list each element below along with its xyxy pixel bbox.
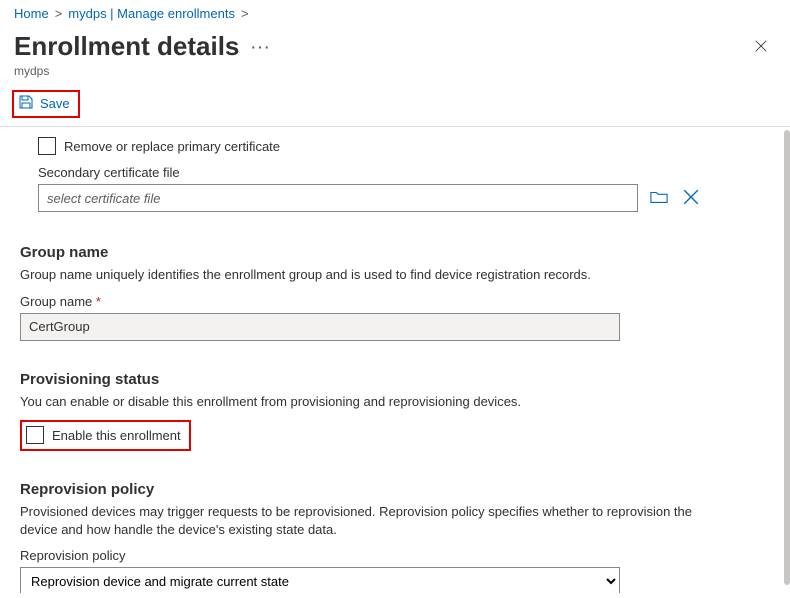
save-button[interactable]: Save <box>12 90 80 118</box>
enable-enrollment-label: Enable this enrollment <box>52 428 181 443</box>
scroll-area: Remove or replace primary certificate Se… <box>0 127 790 593</box>
secondary-cert-row <box>38 184 766 212</box>
page-title: Enrollment details <box>14 31 239 62</box>
page-subtitle: mydps <box>0 64 790 84</box>
reprovision-policy-heading: Reprovision policy <box>20 481 766 498</box>
remove-primary-cert-label: Remove or replace primary certificate <box>64 139 280 154</box>
reprovision-policy-section: Reprovision policy Provisioned devices m… <box>20 481 766 593</box>
remove-primary-cert-checkbox[interactable] <box>38 137 56 155</box>
group-name-heading: Group name <box>20 244 766 261</box>
provisioning-status-section: Provisioning status You can enable or di… <box>20 371 766 452</box>
reprovision-policy-field-label: Reprovision policy <box>20 548 766 563</box>
breadcrumb-sep-1: > <box>55 6 63 21</box>
provisioning-status-heading: Provisioning status <box>20 371 766 388</box>
breadcrumb-home[interactable]: Home <box>14 6 49 21</box>
content: Remove or replace primary certificate Se… <box>0 127 790 593</box>
reprovision-policy-select[interactable]: Reprovision device and migrate current s… <box>20 567 620 593</box>
breadcrumb-sep-2: > <box>241 6 249 21</box>
folder-icon <box>650 194 668 209</box>
breadcrumb-mydps-enrollments[interactable]: mydps | Manage enrollments <box>68 6 235 21</box>
secondary-cert-label: Secondary certificate file <box>38 165 766 180</box>
group-name-desc: Group name uniquely identifies the enrol… <box>20 266 720 284</box>
more-icon[interactable]: ··· <box>251 39 271 55</box>
enable-enrollment-highlight: Enable this enrollment <box>20 420 191 451</box>
page-title-row: Enrollment details ··· <box>14 31 271 62</box>
close-icon <box>682 194 700 209</box>
group-name-section: Group name Group name uniquely identifie… <box>20 244 766 341</box>
save-button-label: Save <box>40 96 70 111</box>
scrollbar-thumb[interactable] <box>784 130 790 585</box>
toolbar: Save <box>0 84 790 124</box>
certificate-group: Remove or replace primary certificate Se… <box>38 137 766 212</box>
secondary-cert-input[interactable] <box>38 184 638 212</box>
group-name-field-label: Group name <box>20 294 766 309</box>
scrollbar-track[interactable] <box>782 127 790 593</box>
enable-enrollment-checkbox[interactable] <box>26 426 44 444</box>
remove-primary-cert-row[interactable]: Remove or replace primary certificate <box>38 137 766 155</box>
save-icon <box>18 94 34 113</box>
clear-file-button[interactable] <box>680 186 702 211</box>
reprovision-policy-desc: Provisioned devices may trigger requests… <box>20 503 720 538</box>
close-icon <box>754 40 768 57</box>
breadcrumb: Home > mydps | Manage enrollments > <box>0 0 790 25</box>
provisioning-status-desc: You can enable or disable this enrollmen… <box>20 393 720 411</box>
browse-file-button[interactable] <box>648 186 670 211</box>
close-button[interactable] <box>746 35 776 62</box>
group-name-input <box>20 313 620 341</box>
page-header: Enrollment details ··· <box>0 25 790 64</box>
